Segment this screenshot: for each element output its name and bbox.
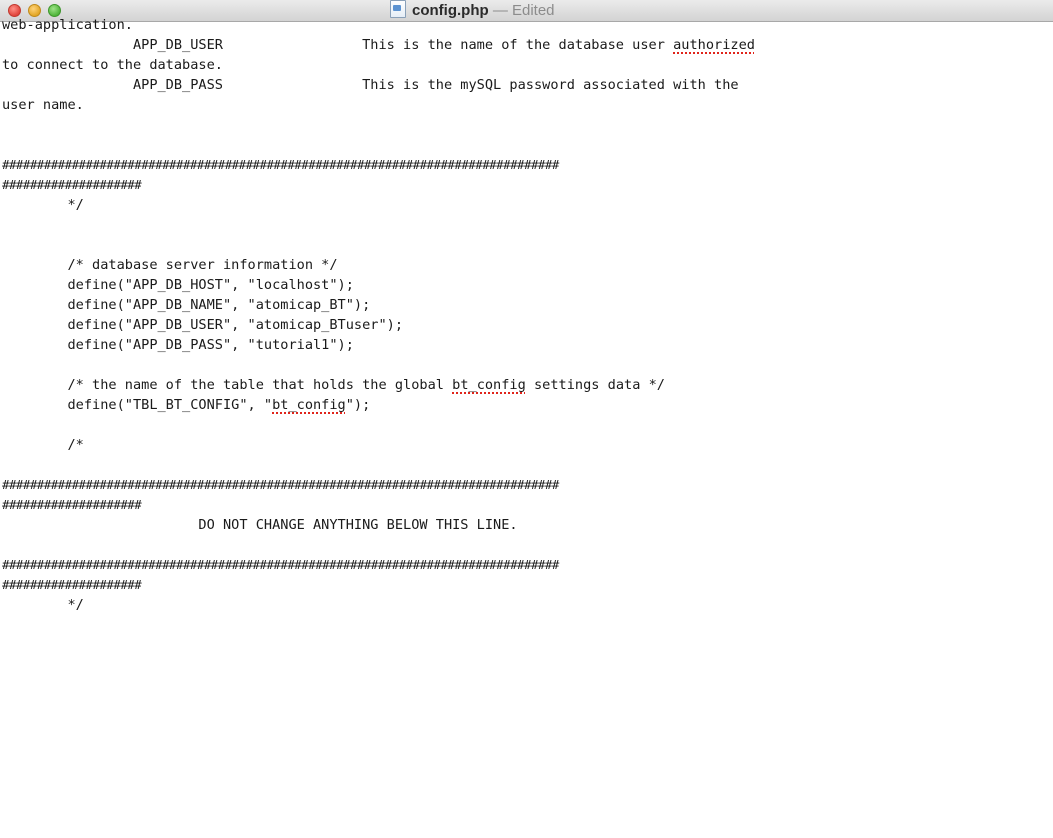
editor-line: #################### bbox=[2, 177, 142, 192]
editor-line: define("APP_DB_USER", "atomicap_BTuser")… bbox=[2, 317, 404, 333]
editor-line: define("APP_DB_HOST", "localhost"); bbox=[2, 277, 354, 293]
text-editor[interactable]: web-application. APP_DB_USER This is the… bbox=[0, 15, 1053, 838]
editor-line: */ bbox=[2, 597, 84, 613]
editor-line: /* bbox=[2, 437, 84, 453]
editor-line: define("APP_DB_PASS", "tutorial1"); bbox=[2, 337, 354, 353]
editor-line: /* database server information */ bbox=[2, 257, 338, 273]
editor-line: #################### bbox=[2, 497, 142, 512]
spelling-error-marker[interactable]: bt_config bbox=[452, 377, 526, 393]
editor-line: DO NOT CHANGE ANYTHING BELOW THIS LINE. bbox=[2, 517, 518, 533]
editor-line: ########################################… bbox=[2, 477, 559, 492]
editor-line: define("APP_DB_NAME", "atomicap_BT"); bbox=[2, 297, 371, 313]
editor-line: web-application. bbox=[2, 17, 133, 33]
editor-line: user name. bbox=[2, 97, 84, 113]
spelling-error-marker[interactable]: authorized bbox=[673, 37, 755, 53]
editor-line: define("TBL_BT_CONFIG", "bt_config"); bbox=[2, 397, 371, 413]
editor-line: APP_DB_PASS This is the mySQL password a… bbox=[2, 77, 739, 93]
line-text: APP_DB_USER This is the name of the data… bbox=[2, 37, 755, 53]
editor-line: #################### bbox=[2, 577, 142, 592]
editor-line: ########################################… bbox=[2, 557, 559, 572]
editor-line: APP_DB_USER This is the name of the data… bbox=[0, 35, 1053, 55]
editor-line: ########################################… bbox=[2, 157, 559, 172]
editor-line: to connect to the database. bbox=[2, 57, 223, 73]
spelling-error-marker[interactable]: bt_config bbox=[272, 397, 346, 413]
editor-line: */ bbox=[2, 197, 84, 213]
editor-line: /* the name of the table that holds the … bbox=[2, 377, 665, 393]
